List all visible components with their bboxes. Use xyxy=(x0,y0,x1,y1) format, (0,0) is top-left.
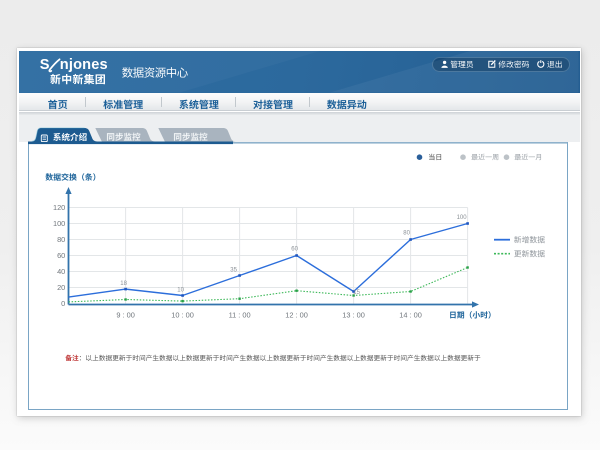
svg-text:9 : 00: 9 : 00 xyxy=(116,311,135,320)
svg-text:120: 120 xyxy=(53,203,65,212)
svg-text:80: 80 xyxy=(57,235,65,244)
svg-text:40: 40 xyxy=(57,267,65,276)
svg-text:60: 60 xyxy=(57,251,65,260)
svg-text:njones: njones xyxy=(60,57,108,73)
svg-text:100: 100 xyxy=(457,215,468,221)
svg-text:11 : 00: 11 : 00 xyxy=(229,311,251,320)
svg-text:10 : 00: 10 : 00 xyxy=(171,311,194,320)
svg-text:100: 100 xyxy=(53,219,65,228)
svg-text:15: 15 xyxy=(353,290,360,296)
svg-text:14 : 00: 14 : 00 xyxy=(399,311,422,320)
svg-text:13 : 00: 13 : 00 xyxy=(342,311,365,320)
svg-text:20: 20 xyxy=(57,283,65,292)
svg-text:S: S xyxy=(40,57,50,73)
svg-text:0: 0 xyxy=(61,299,65,308)
svg-text:60: 60 xyxy=(291,247,298,253)
svg-text:35: 35 xyxy=(230,268,237,274)
svg-text:12 : 00: 12 : 00 xyxy=(285,311,308,320)
svg-text:10: 10 xyxy=(177,288,184,294)
svg-text:18: 18 xyxy=(120,281,127,287)
svg-text:80: 80 xyxy=(403,231,410,237)
